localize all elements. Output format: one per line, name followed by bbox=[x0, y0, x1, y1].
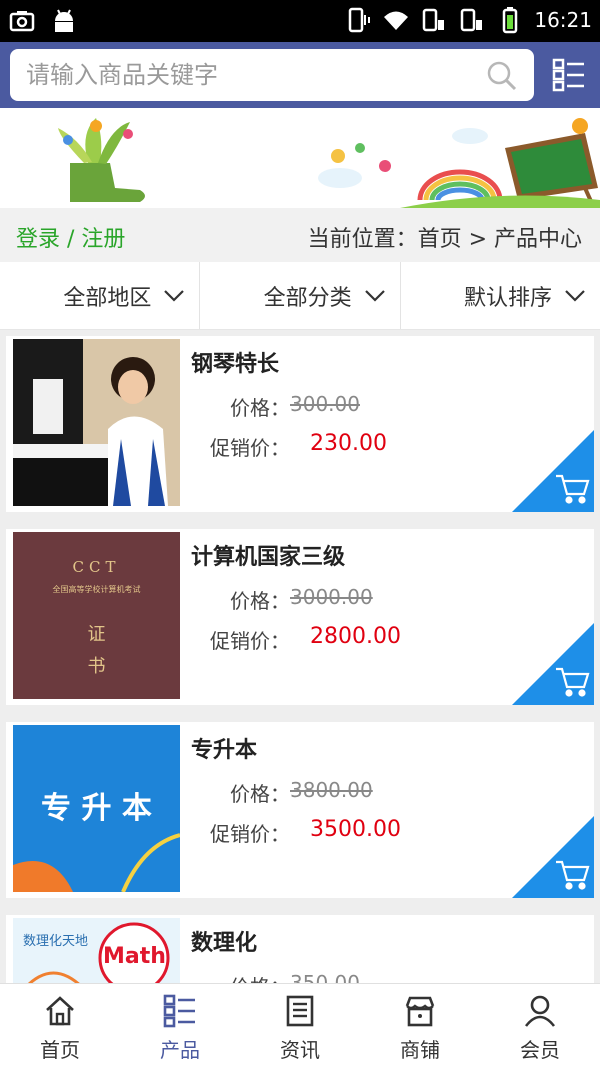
add-to-cart-button[interactable] bbox=[512, 623, 594, 705]
nav-news[interactable]: 资讯 bbox=[240, 984, 360, 1067]
category-menu-icon[interactable] bbox=[552, 58, 586, 92]
breadcrumb: 当前位置：首页 > 产品中心 bbox=[307, 227, 582, 252]
nav-products[interactable]: 产品 bbox=[120, 984, 240, 1067]
cert-title: CCT bbox=[72, 558, 121, 576]
add-to-cart-button[interactable] bbox=[512, 816, 594, 898]
nav-shop[interactable]: 商铺 bbox=[360, 984, 480, 1067]
product-title[interactable]: 专升本 bbox=[191, 732, 257, 764]
chevron-down-icon bbox=[565, 289, 585, 302]
screenshot-icon bbox=[9, 11, 35, 32]
zsb-text: 专 升 本 bbox=[41, 791, 152, 826]
original-price: 3800.00 bbox=[290, 778, 373, 802]
sale-label: 促销价： bbox=[210, 629, 290, 653]
product-card[interactable]: CCT 全国高等学校计算机考试 证 书 计算机国家三级 价格： 3000.00 … bbox=[6, 529, 594, 705]
wifi-icon bbox=[384, 11, 409, 30]
sale-price: 230.00 bbox=[310, 431, 387, 456]
chevron-down-icon bbox=[164, 289, 185, 302]
sale-label: 促销价： bbox=[210, 822, 290, 846]
original-price: 3000.00 bbox=[290, 585, 373, 609]
login-register-link[interactable]: 登录 / 注册 bbox=[16, 221, 125, 253]
nav-home-label: 首页 bbox=[40, 1038, 80, 1062]
location-bar: 登录 / 注册 当前位置：首页 > 产品中心 bbox=[0, 208, 600, 262]
filter-sort[interactable]: 默认排序 bbox=[401, 262, 600, 329]
filter-bar: 全部地区 全部分类 默认排序 bbox=[0, 262, 600, 330]
search-box[interactable] bbox=[10, 49, 534, 101]
phone-vibrate-icon bbox=[349, 7, 371, 33]
math-thumb-text: Math bbox=[103, 944, 166, 969]
filter-category-label: 全部分类 bbox=[263, 285, 352, 311]
product-card[interactable]: 钢琴特长 价格： 300.00 促销价： 230.00 bbox=[6, 336, 594, 512]
news-icon bbox=[286, 995, 314, 1027]
sale-price: 2800.00 bbox=[310, 624, 401, 649]
product-title[interactable]: 计算机国家三级 bbox=[191, 539, 345, 571]
grid-list-icon bbox=[163, 994, 195, 1028]
shop-icon bbox=[405, 996, 435, 1027]
original-price: 300.00 bbox=[290, 392, 360, 416]
sale-label: 促销价： bbox=[210, 436, 290, 460]
product-image-zhuanshengben[interactable]: 专 升 本 bbox=[13, 725, 180, 892]
chevron-down-icon bbox=[364, 289, 385, 302]
add-to-cart-button[interactable] bbox=[512, 430, 594, 512]
home-icon bbox=[46, 996, 74, 1026]
nav-shop-label: 商铺 bbox=[400, 1038, 440, 1062]
nav-home[interactable]: 首页 bbox=[0, 984, 120, 1067]
filter-category[interactable]: 全部分类 bbox=[200, 262, 401, 329]
filter-region[interactable]: 全部地区 bbox=[0, 262, 201, 329]
nav-news-label: 资讯 bbox=[280, 1038, 320, 1062]
nav-products-label: 产品 bbox=[160, 1038, 200, 1062]
banner-illustration bbox=[0, 108, 600, 208]
sale-price: 3500.00 bbox=[310, 817, 401, 842]
product-image-certificate[interactable]: CCT 全国高等学校计算机考试 证 书 bbox=[13, 532, 180, 699]
nav-member[interactable]: 会员 bbox=[480, 984, 600, 1067]
price-label: 价格： bbox=[230, 589, 290, 613]
user-icon bbox=[524, 995, 556, 1027]
cert-zheng: 证 bbox=[87, 624, 106, 645]
cert-subtitle: 全国高等学校计算机考试 bbox=[52, 585, 141, 594]
clock: 16:21 bbox=[534, 8, 592, 32]
battery-icon bbox=[503, 7, 518, 34]
search-input[interactable] bbox=[26, 49, 466, 101]
product-title[interactable]: 数理化 bbox=[191, 925, 257, 957]
cert-shu: 书 bbox=[87, 656, 106, 677]
price-label: 价格： bbox=[230, 782, 290, 806]
bottom-nav: 首页 产品 资讯 商铺 会员 bbox=[0, 983, 600, 1067]
sim1-signal-icon bbox=[423, 8, 445, 32]
price-label: 价格： bbox=[230, 396, 290, 420]
product-image-piano[interactable] bbox=[13, 339, 180, 506]
search-icon[interactable] bbox=[486, 60, 518, 92]
filter-region-label: 全部地区 bbox=[63, 285, 152, 311]
sim2-signal-icon bbox=[461, 8, 483, 32]
android-icon bbox=[55, 9, 73, 32]
product-card[interactable]: 专 升 本 专升本 价格： 3800.00 促销价： 3500.00 bbox=[6, 722, 594, 898]
filter-sort-label: 默认排序 bbox=[463, 285, 552, 311]
nav-member-label: 会员 bbox=[520, 1038, 560, 1062]
cartoon-banner-image bbox=[58, 118, 600, 208]
header bbox=[0, 42, 600, 108]
status-bar: 16:21 bbox=[0, 0, 600, 42]
product-title[interactable]: 钢琴特长 bbox=[191, 346, 279, 378]
